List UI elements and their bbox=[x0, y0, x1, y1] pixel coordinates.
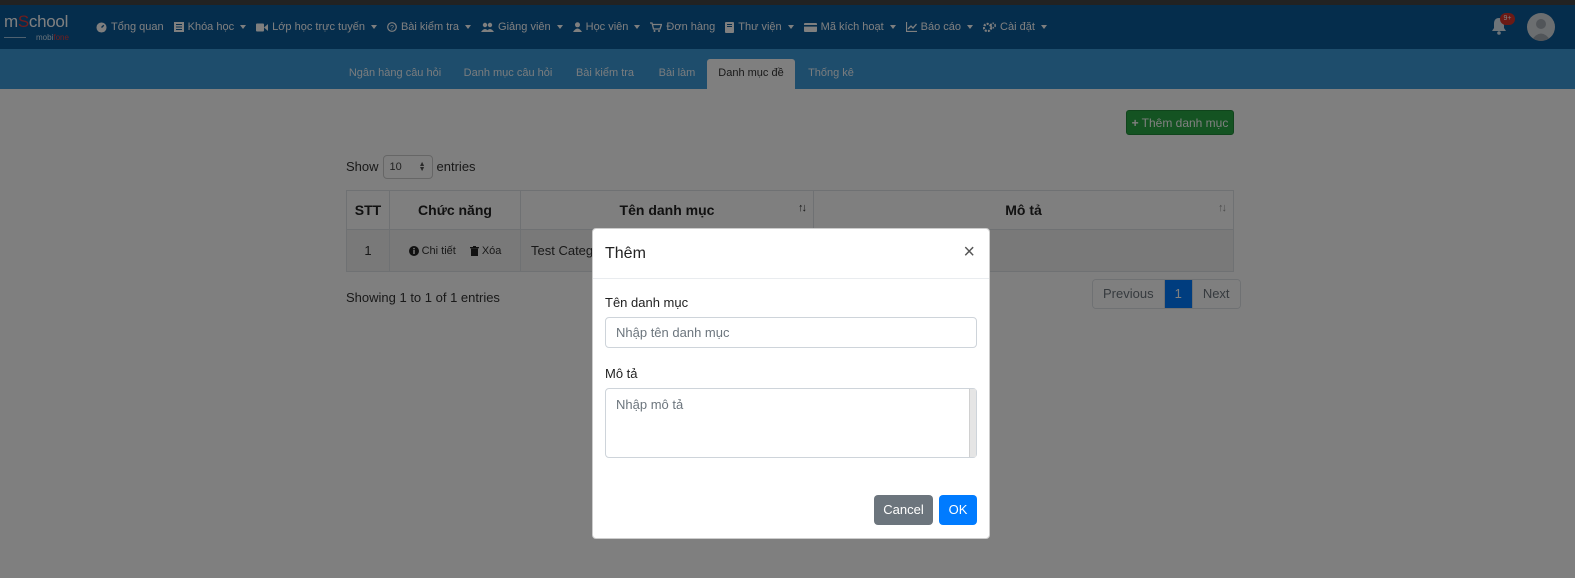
textarea-scrollbar[interactable] bbox=[969, 389, 976, 457]
category-name-label: Tên danh mục bbox=[605, 295, 689, 310]
category-name-input[interactable]: Nhập tên danh mục bbox=[605, 317, 977, 348]
description-textarea[interactable]: Nhập mô tả bbox=[605, 388, 977, 458]
ok-button[interactable]: OK bbox=[939, 495, 977, 525]
add-category-modal: Thêm × Tên danh mục Nhập tên danh mục Mô… bbox=[592, 228, 990, 539]
modal-header: Thêm × bbox=[593, 229, 989, 279]
description-placeholder: Nhập mô tả bbox=[616, 397, 684, 412]
close-icon[interactable]: × bbox=[963, 242, 975, 262]
cancel-button[interactable]: Cancel bbox=[874, 495, 933, 525]
description-label: Mô tả bbox=[605, 366, 638, 381]
modal-title: Thêm bbox=[605, 245, 646, 262]
